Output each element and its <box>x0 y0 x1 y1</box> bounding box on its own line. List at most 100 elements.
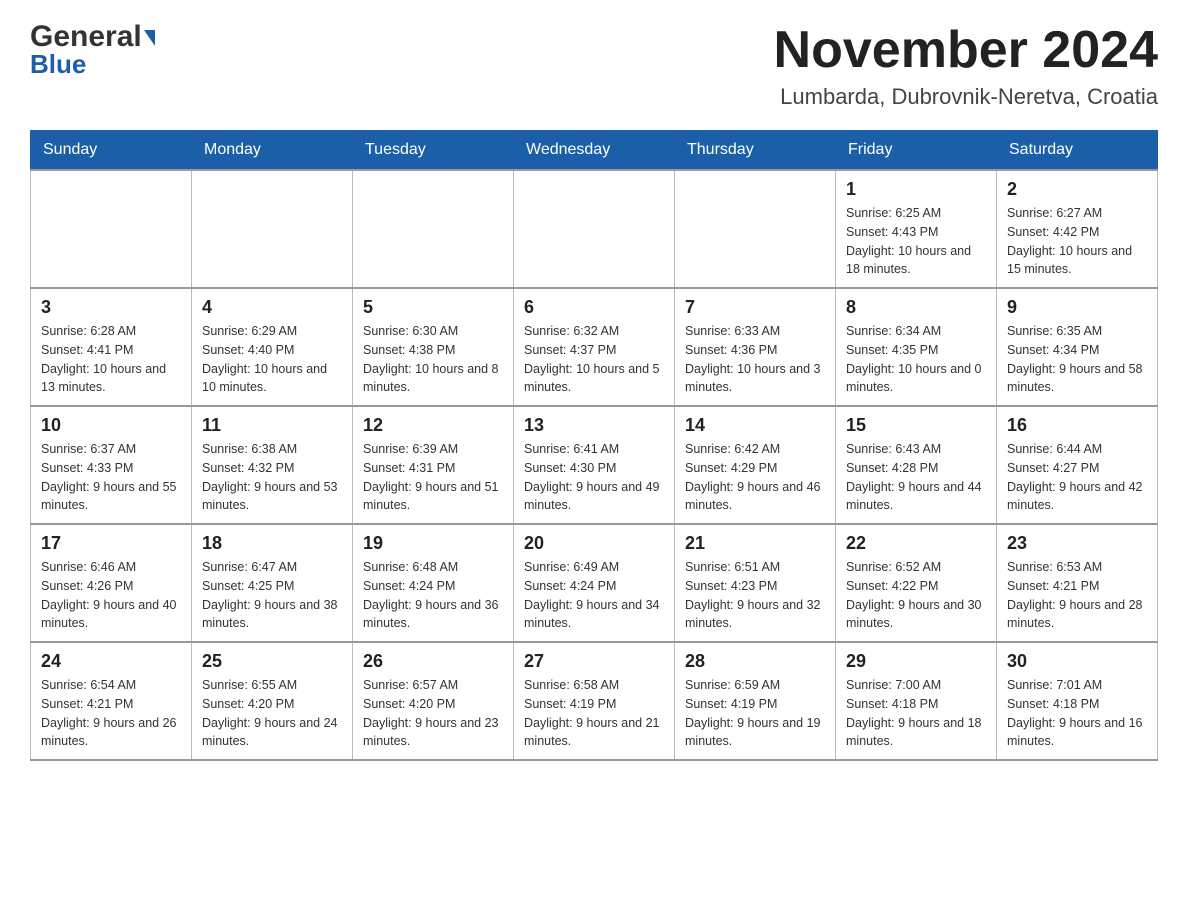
day-number: 8 <box>846 297 986 318</box>
calendar-cell: 4 Sunrise: 6:29 AMSunset: 4:40 PMDaylight… <box>192 288 353 406</box>
day-info: Sunrise: 6:29 AMSunset: 4:40 PMDaylight:… <box>202 322 342 397</box>
title-block: November 2024 Lumbarda, Dubrovnik-Neretv… <box>774 20 1158 110</box>
calendar-title: November 2024 <box>774 20 1158 80</box>
calendar-cell: 27Sunrise: 6:58 AMSunset: 4:19 PMDayligh… <box>514 642 675 760</box>
day-info: Sunrise: 6:48 AMSunset: 4:24 PMDaylight:… <box>363 558 503 633</box>
calendar-cell: 28 Sunrise: 6:59 AMSunset: 4:19 PMDayligh… <box>675 642 836 760</box>
day-number: 10 <box>41 415 181 436</box>
calendar-cell: 23Sunrise: 6:53 AMSunset: 4:21 PMDayligh… <box>997 524 1158 642</box>
day-info: Sunrise: 6:39 AMSunset: 4:31 PMDaylight:… <box>363 440 503 515</box>
day-number: 6 <box>524 297 664 318</box>
day-info: Sunrise: 6:43 AMSunset: 4:28 PMDaylight:… <box>846 440 986 515</box>
calendar-cell: 26 Sunrise: 6:57 AMSunset: 4:20 PMDayligh… <box>353 642 514 760</box>
day-number: 29 <box>846 651 986 672</box>
day-number: 23 <box>1007 533 1147 554</box>
day-number: 28 <box>685 651 825 672</box>
day-info: Sunrise: 6:46 AMSunset: 4:26 PMDaylight:… <box>41 558 181 633</box>
calendar-cell: 19 Sunrise: 6:48 AMSunset: 4:24 PMDayligh… <box>353 524 514 642</box>
week-row-4: 17 Sunrise: 6:46 AMSunset: 4:26 PMDayligh… <box>31 524 1158 642</box>
calendar-cell: 20 Sunrise: 6:49 AMSunset: 4:24 PMDayligh… <box>514 524 675 642</box>
calendar-cell: 21 Sunrise: 6:51 AMSunset: 4:23 PMDayligh… <box>675 524 836 642</box>
calendar-cell: 13 Sunrise: 6:41 AMSunset: 4:30 PMDayligh… <box>514 406 675 524</box>
day-info: Sunrise: 6:57 AMSunset: 4:20 PMDaylight:… <box>363 676 503 751</box>
calendar-cell: 3 Sunrise: 6:28 AMSunset: 4:41 PMDaylight… <box>31 288 192 406</box>
day-number: 2 <box>1007 179 1147 200</box>
day-info: Sunrise: 6:28 AMSunset: 4:41 PMDaylight:… <box>41 322 181 397</box>
col-header-thursday: Thursday <box>675 131 836 171</box>
day-info: Sunrise: 6:59 AMSunset: 4:19 PMDaylight:… <box>685 676 825 751</box>
day-info: Sunrise: 6:37 AMSunset: 4:33 PMDaylight:… <box>41 440 181 515</box>
day-number: 20 <box>524 533 664 554</box>
day-number: 22 <box>846 533 986 554</box>
day-info: Sunrise: 6:52 AMSunset: 4:22 PMDaylight:… <box>846 558 986 633</box>
calendar-cell: 9 Sunrise: 6:35 AMSunset: 4:34 PMDaylight… <box>997 288 1158 406</box>
calendar-cell: 11Sunrise: 6:38 AMSunset: 4:32 PMDayligh… <box>192 406 353 524</box>
days-header-row: SundayMondayTuesdayWednesdayThursdayFrid… <box>31 131 1158 171</box>
week-row-1: 1 Sunrise: 6:25 AMSunset: 4:43 PMDaylight… <box>31 170 1158 288</box>
calendar-cell: 8Sunrise: 6:34 AMSunset: 4:35 PMDaylight… <box>836 288 997 406</box>
day-info: Sunrise: 7:00 AMSunset: 4:18 PMDaylight:… <box>846 676 986 751</box>
calendar-cell <box>514 170 675 288</box>
calendar-cell: 12 Sunrise: 6:39 AMSunset: 4:31 PMDayligh… <box>353 406 514 524</box>
day-info: Sunrise: 6:51 AMSunset: 4:23 PMDaylight:… <box>685 558 825 633</box>
day-info: Sunrise: 6:54 AMSunset: 4:21 PMDaylight:… <box>41 676 181 751</box>
day-info: Sunrise: 6:27 AMSunset: 4:42 PMDaylight:… <box>1007 204 1147 279</box>
day-info: Sunrise: 6:35 AMSunset: 4:34 PMDaylight:… <box>1007 322 1147 397</box>
day-number: 7 <box>685 297 825 318</box>
calendar-cell: 25 Sunrise: 6:55 AMSunset: 4:20 PMDayligh… <box>192 642 353 760</box>
day-number: 26 <box>363 651 503 672</box>
calendar-table: SundayMondayTuesdayWednesdayThursdayFrid… <box>30 130 1158 761</box>
day-info: Sunrise: 7:01 AMSunset: 4:18 PMDaylight:… <box>1007 676 1147 751</box>
col-header-monday: Monday <box>192 131 353 171</box>
day-number: 9 <box>1007 297 1147 318</box>
week-row-2: 3 Sunrise: 6:28 AMSunset: 4:41 PMDaylight… <box>31 288 1158 406</box>
col-header-sunday: Sunday <box>31 131 192 171</box>
day-info: Sunrise: 6:58 AMSunset: 4:19 PMDaylight:… <box>524 676 664 751</box>
day-number: 25 <box>202 651 342 672</box>
day-info: Sunrise: 6:25 AMSunset: 4:43 PMDaylight:… <box>846 204 986 279</box>
day-number: 12 <box>363 415 503 436</box>
calendar-cell: 6 Sunrise: 6:32 AMSunset: 4:37 PMDaylight… <box>514 288 675 406</box>
calendar-cell <box>353 170 514 288</box>
week-row-3: 10 Sunrise: 6:37 AMSunset: 4:33 PMDayligh… <box>31 406 1158 524</box>
calendar-cell: 29 Sunrise: 7:00 AMSunset: 4:18 PMDayligh… <box>836 642 997 760</box>
calendar-cell: 7Sunrise: 6:33 AMSunset: 4:36 PMDaylight… <box>675 288 836 406</box>
day-number: 5 <box>363 297 503 318</box>
page-header: General Blue November 2024 Lumbarda, Dub… <box>30 20 1158 110</box>
calendar-cell <box>675 170 836 288</box>
calendar-cell: 22 Sunrise: 6:52 AMSunset: 4:22 PMDayligh… <box>836 524 997 642</box>
calendar-cell: 5Sunrise: 6:30 AMSunset: 4:38 PMDaylight… <box>353 288 514 406</box>
calendar-cell: 1 Sunrise: 6:25 AMSunset: 4:43 PMDaylight… <box>836 170 997 288</box>
day-number: 21 <box>685 533 825 554</box>
logo: General Blue <box>30 20 155 77</box>
calendar-cell <box>31 170 192 288</box>
calendar-cell: 2 Sunrise: 6:27 AMSunset: 4:42 PMDaylight… <box>997 170 1158 288</box>
day-info: Sunrise: 6:41 AMSunset: 4:30 PMDaylight:… <box>524 440 664 515</box>
day-number: 16 <box>1007 415 1147 436</box>
day-number: 4 <box>202 297 342 318</box>
day-number: 17 <box>41 533 181 554</box>
day-number: 13 <box>524 415 664 436</box>
day-info: Sunrise: 6:49 AMSunset: 4:24 PMDaylight:… <box>524 558 664 633</box>
col-header-tuesday: Tuesday <box>353 131 514 171</box>
day-number: 19 <box>363 533 503 554</box>
calendar-cell <box>192 170 353 288</box>
calendar-cell: 18 Sunrise: 6:47 AMSunset: 4:25 PMDayligh… <box>192 524 353 642</box>
day-number: 14 <box>685 415 825 436</box>
calendar-cell: 24Sunrise: 6:54 AMSunset: 4:21 PMDayligh… <box>31 642 192 760</box>
day-info: Sunrise: 6:55 AMSunset: 4:20 PMDaylight:… <box>202 676 342 751</box>
calendar-cell: 15Sunrise: 6:43 AMSunset: 4:28 PMDayligh… <box>836 406 997 524</box>
col-header-saturday: Saturday <box>997 131 1158 171</box>
day-number: 1 <box>846 179 986 200</box>
calendar-cell: 14Sunrise: 6:42 AMSunset: 4:29 PMDayligh… <box>675 406 836 524</box>
day-number: 11 <box>202 415 342 436</box>
day-info: Sunrise: 6:44 AMSunset: 4:27 PMDaylight:… <box>1007 440 1147 515</box>
calendar-cell: 30 Sunrise: 7:01 AMSunset: 4:18 PMDayligh… <box>997 642 1158 760</box>
day-info: Sunrise: 6:32 AMSunset: 4:37 PMDaylight:… <box>524 322 664 397</box>
day-info: Sunrise: 6:47 AMSunset: 4:25 PMDaylight:… <box>202 558 342 633</box>
calendar-cell: 10 Sunrise: 6:37 AMSunset: 4:33 PMDayligh… <box>31 406 192 524</box>
day-number: 18 <box>202 533 342 554</box>
col-header-wednesday: Wednesday <box>514 131 675 171</box>
day-number: 30 <box>1007 651 1147 672</box>
day-number: 3 <box>41 297 181 318</box>
